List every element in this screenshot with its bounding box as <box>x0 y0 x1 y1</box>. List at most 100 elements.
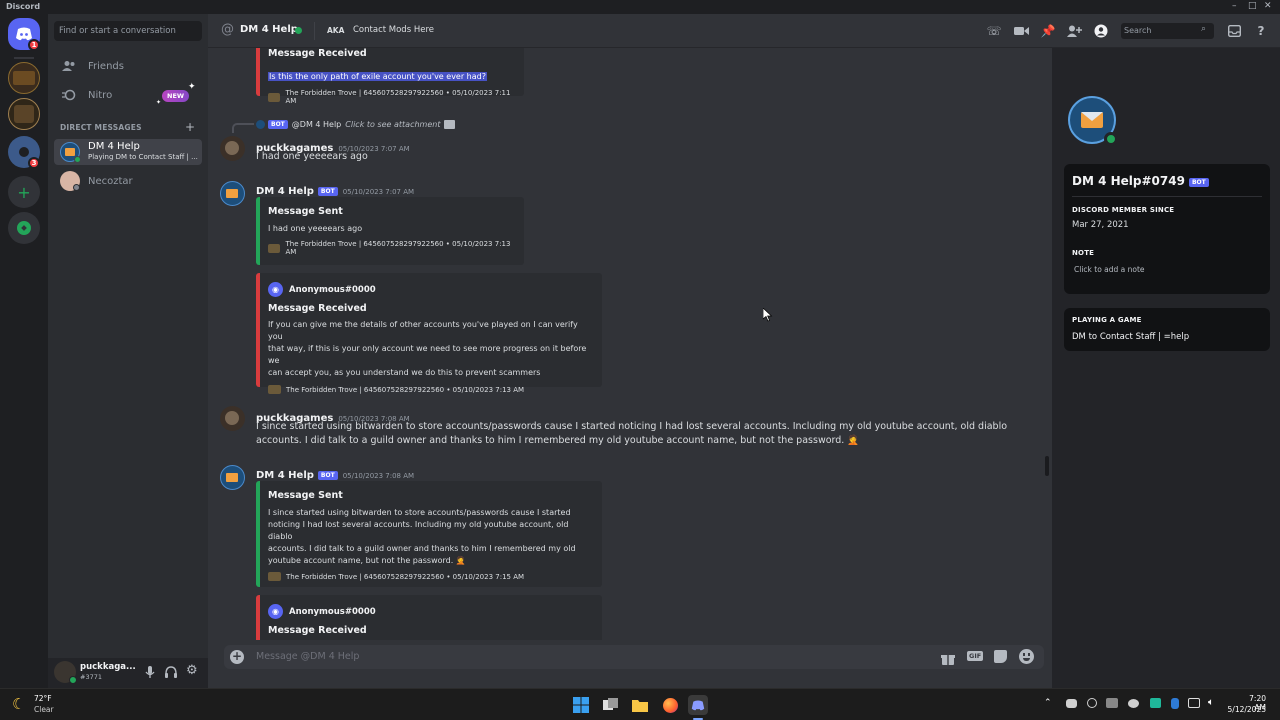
user-profile-panel: DM 4 Help#0749 BOT DISCORD MEMBER SINCE M… <box>1052 48 1280 688</box>
embed-message-received: ◉ Anonymous#0000 Message Received If you … <box>256 273 602 394</box>
reply-reference[interactable]: BOT @DM 4 Help Click to see attachment <box>256 120 456 129</box>
home-button[interactable]: 1 <box>8 18 40 51</box>
playing-value: DM to Contact Staff | =help <box>1072 332 1190 342</box>
upload-plus-icon[interactable]: + <box>230 650 244 664</box>
window-titlebar: Discord – □ ✕ <box>0 0 1280 14</box>
reply-bot-badge: BOT <box>268 120 288 129</box>
user-name: puckkaga... <box>80 662 136 672</box>
reply-mention: @DM 4 Help <box>291 120 342 129</box>
dm-item-status: Playing DM to Contact Staff | ... <box>88 153 198 161</box>
trove-icon <box>268 243 281 253</box>
message-list: Message Received Is this the only path o… <box>208 48 1044 640</box>
server-rail: 1 3 + <box>0 14 48 688</box>
tray-app2-icon[interactable] <box>1128 699 1139 708</box>
windows-taskbar: ☾ 72°F Clear ⌃ 🔈︎ 7:20 AM 5/12/2023 <box>0 688 1280 720</box>
user-avatar[interactable] <box>54 661 77 684</box>
server-poe-trade-icon[interactable] <box>8 98 40 130</box>
tray-steam-icon[interactable] <box>1087 698 1097 708</box>
embed-footer: The Forbidden Trove | 645607528297922560… <box>286 385 525 394</box>
message-item: DM 4 Help BOT 05/10/2023 7:07 AM Message S… <box>208 179 1044 394</box>
pin-icon[interactable]: 📌 <box>1040 23 1056 39</box>
embed-description-line: that way, if this is your only account w… <box>268 344 587 365</box>
server-group-icon[interactable]: 3 <box>8 136 40 169</box>
embed-description-line: can accept you, as you understand we do … <box>268 368 541 377</box>
maximize-button[interactable]: □ <box>1248 1 1257 11</box>
settings-gear-icon[interactable]: ⚙ <box>186 663 198 678</box>
minimize-button[interactable]: – <box>1232 1 1237 11</box>
message-composer[interactable]: + Message @DM 4 Help GIF <box>224 645 1044 669</box>
dm4help-avatar[interactable] <box>220 465 245 490</box>
add-friend-icon[interactable] <box>1066 23 1082 39</box>
discord-author-icon: ◉ <box>268 604 283 619</box>
tray-app3-icon[interactable] <box>1150 698 1161 708</box>
file-explorer-icon[interactable] <box>630 695 650 715</box>
dm4help-avatar[interactable] <box>220 181 245 206</box>
image-icon <box>444 120 456 129</box>
discord-taskbar-icon[interactable] <box>688 695 708 715</box>
clock-date[interactable]: 5/12/2023 <box>1226 705 1266 714</box>
server-badge: 3 <box>28 157 40 169</box>
start-button-icon[interactable] <box>571 695 591 715</box>
embed-description-line: noticing I had lost several accounts. In… <box>268 520 569 541</box>
embed-footer: The Forbidden Trove | 645607528297922560… <box>285 89 511 105</box>
weather-moon-icon[interactable]: ☾ <box>12 695 25 713</box>
dm-item-dm4help[interactable]: DM 4 Help Playing DM to Contact Staff | … <box>54 139 202 165</box>
search-icon: ⌕ <box>1201 24 1207 34</box>
message-input[interactable]: Message @DM 4 Help <box>256 651 359 662</box>
gift-icon[interactable] <box>941 650 955 665</box>
video-call-icon[interactable] <box>1013 23 1029 39</box>
sidebar-item-nitro[interactable]: Nitro NEW ✦ ✦ <box>54 82 202 108</box>
profile-activity-card: PLAYING A GAME DM to Contact Staff | =he… <box>1064 308 1270 351</box>
volume-icon[interactable]: 🔈︎ <box>1208 697 1214 708</box>
puckkagames-avatar[interactable] <box>220 406 245 431</box>
help-icon[interactable]: ? <box>1253 23 1269 39</box>
dm-item-name: Necoztar <box>88 175 133 187</box>
note-label: NOTE <box>1072 249 1095 257</box>
explore-button[interactable] <box>8 212 40 244</box>
embed-description-line: youtube account name, but not the passwo… <box>268 556 466 565</box>
user-tag: #3771 <box>80 673 102 681</box>
compass-icon <box>17 221 31 235</box>
bluetooth-icon[interactable] <box>1171 698 1179 709</box>
find-conversation-input[interactable]: Find or start a conversation <box>54 21 202 41</box>
profile-name: DM 4 Help#0749 <box>1072 174 1185 188</box>
profile-avatar[interactable] <box>1064 92 1120 148</box>
puckkagames-avatar[interactable] <box>220 136 245 161</box>
tray-discord-icon[interactable] <box>1066 699 1077 708</box>
dm-item-necoztar[interactable]: Necoztar <box>54 168 202 194</box>
add-server-button[interactable]: + <box>8 176 40 208</box>
nitro-icon <box>62 88 76 102</box>
gif-button[interactable]: GIF <box>967 651 984 661</box>
sticker-icon[interactable] <box>994 650 1007 663</box>
user-profile-toggle-icon[interactable] <box>1093 23 1109 39</box>
embed-message-received: ◉ Anonymous#0000 Message Received <box>256 595 602 640</box>
embed-footer: The Forbidden Trove | 645607528297922560… <box>285 240 511 256</box>
embed-title: Message Received <box>268 303 367 314</box>
server-poe-icon[interactable] <box>8 62 40 94</box>
emoji-icon[interactable] <box>1019 649 1034 664</box>
message-timestamp: 05/10/2023 7:07 AM <box>342 188 415 196</box>
embed-message-sent: Message Sent I since started using bitwa… <box>256 481 602 587</box>
inbox-icon[interactable] <box>1226 23 1242 39</box>
note-input[interactable]: Click to add a note <box>1074 265 1145 274</box>
search-input[interactable]: Search ⌕ <box>1121 23 1214 39</box>
member-since-value: Mar 27, 2021 <box>1072 220 1129 230</box>
firefox-icon[interactable] <box>660 695 680 715</box>
chat-scrollbar[interactable] <box>1044 48 1052 640</box>
close-button[interactable]: ✕ <box>1264 1 1272 11</box>
tray-app-icon[interactable] <box>1106 698 1118 708</box>
message-author[interactable]: DM 4 Help <box>256 470 314 481</box>
playing-label: PLAYING A GAME <box>1072 316 1142 324</box>
message-author[interactable]: DM 4 Help <box>256 186 314 197</box>
headphones-icon[interactable] <box>164 664 178 678</box>
message-timestamp: 05/10/2023 7:08 AM <box>342 472 415 480</box>
tray-chevron-icon[interactable]: ⌃ <box>1044 698 1052 708</box>
sidebar-item-friends[interactable]: Friends <box>54 53 202 79</box>
profile-username: DM 4 Help#0749 BOT <box>1072 174 1209 188</box>
mic-icon[interactable] <box>144 664 156 678</box>
voice-call-icon[interactable]: ☏ <box>986 23 1002 39</box>
create-dm-button[interactable]: + <box>185 120 195 134</box>
scrollbar-thumb[interactable] <box>1045 456 1049 476</box>
task-view-icon[interactable] <box>601 695 621 715</box>
tray-app4-icon[interactable] <box>1188 698 1200 708</box>
